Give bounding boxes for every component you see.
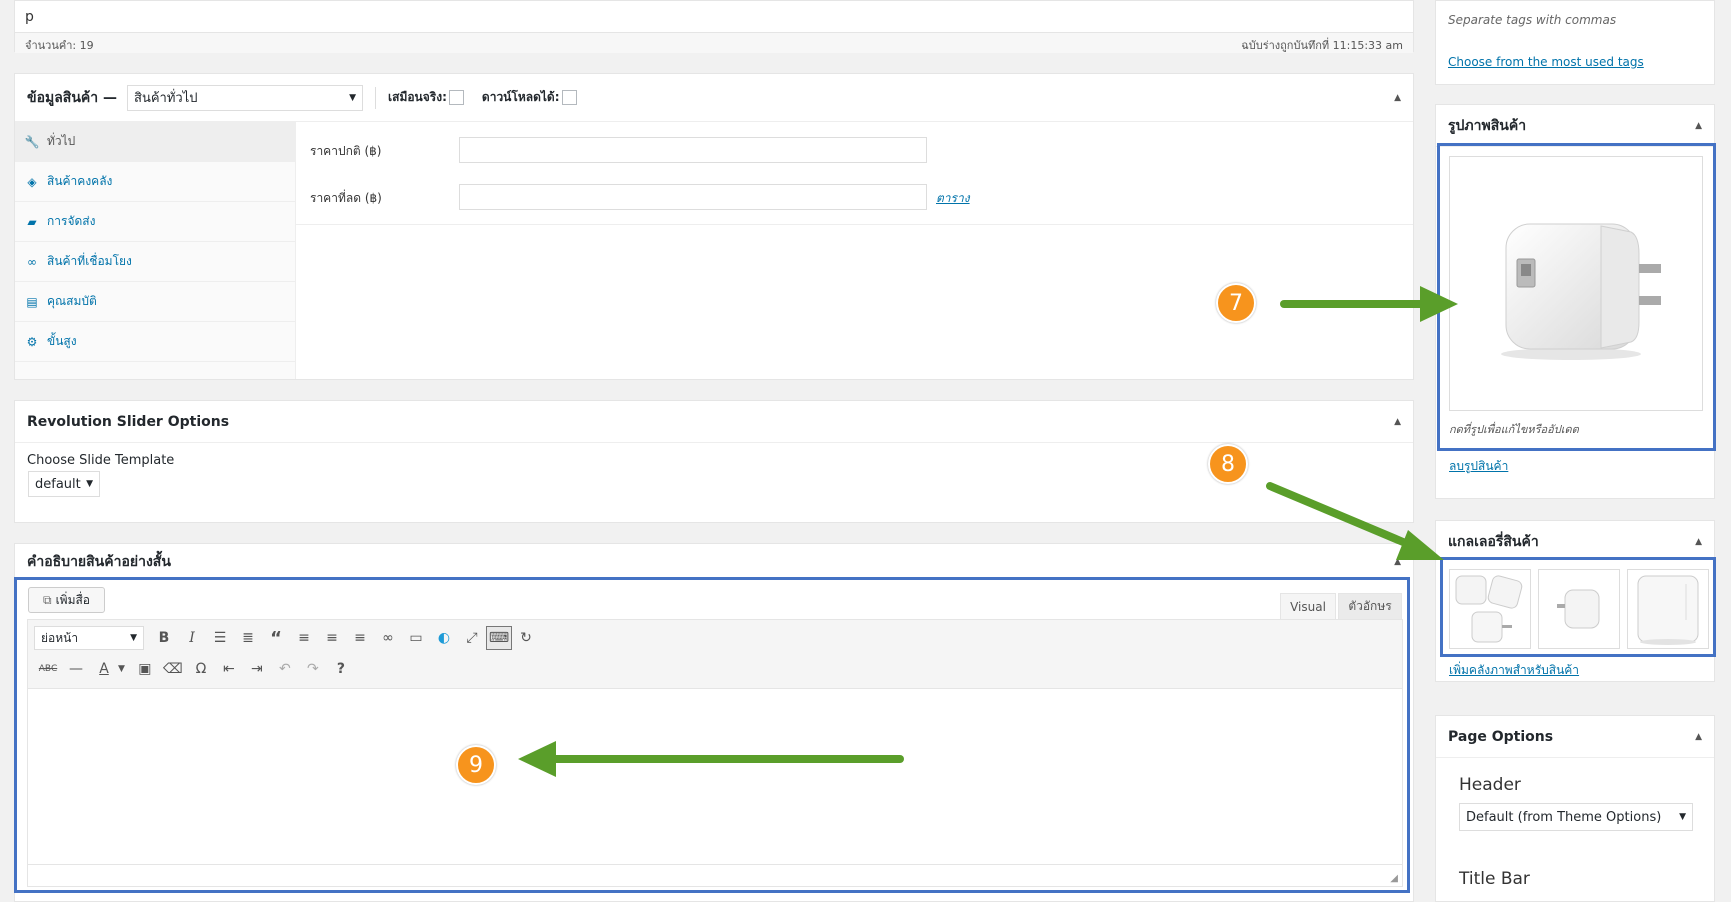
product-image-highlight [1437,143,1716,451]
revolution-slider-title: Revolution Slider Options [27,413,230,430]
virtual-checkbox[interactable] [448,90,464,105]
tab-label: การจัดส่ง [47,214,96,228]
tab-general[interactable]: 🔧 ทั่วไป [15,122,295,162]
tab-advanced[interactable]: ⚙ ขั้นสูง [15,322,295,362]
tags-hint: Separate tags with commas [1448,13,1617,27]
remove-image-link[interactable]: ลบรูปสินค้า [1449,457,1508,476]
sale-price-label: ราคาที่ลด (฿) [310,191,382,205]
tab-label: คุณสมบัติ [47,294,97,308]
gallery-highlight [1440,557,1716,657]
slide-template-value: default [35,476,81,492]
product-data-box: ข้อมูลสินค้า — สินค้าทั่วไป ▼ เสมือนจริง… [14,73,1414,380]
chevron-down-icon: ▼ [1679,812,1686,822]
tab-label: สินค้าคงคลัง [47,174,113,188]
title-bar-label: Title Bar [1459,869,1530,889]
chevron-down-icon: ▼ [349,92,357,103]
draft-saved-status: ฉบับร่างถูกบันทึกที่ 11:15:33 am [1241,39,1403,52]
tab-label: ทั่วไป [47,134,76,148]
page-options-header: Page Options ▲ [1436,716,1714,758]
product-type-select[interactable]: สินค้าทั่วไป ▼ [127,84,364,111]
revolution-slider-box: Revolution Slider Options ▲ Choose Slide… [14,400,1414,523]
toggle-arrow-icon[interactable]: ▲ [1695,121,1702,131]
header-divider [375,86,377,109]
tab-label: ขั้นสูง [47,334,77,348]
slide-template-select[interactable]: default ▼ [28,471,100,497]
schedule-link[interactable]: ตาราง [936,189,970,208]
short-description-title: คำอธิบายสินค้าอย่างสั้น [27,554,171,570]
product-data-title: ข้อมูลสินค้า — [27,89,118,106]
slide-template-label: Choose Slide Template [27,453,175,468]
header-option-select[interactable]: Default (from Theme Options) ▼ [1459,803,1693,831]
link-icon: ∞ [27,254,37,269]
tab-label: สินค้าที่เชื่อมโยง [47,254,132,268]
header-option-label: Header [1459,775,1521,795]
downloadable-checkbox[interactable] [561,90,577,105]
callout-7: 7 [1216,283,1256,323]
editor-status-bar: จำนวนคำ: 19 ฉบับร่างถูกบันทึกที่ 11:15:3… [15,32,1413,53]
page-options-box: Page Options ▲ Header Default (from Them… [1435,715,1715,902]
regular-price-input[interactable] [459,137,927,163]
sale-price-input[interactable] [459,184,927,210]
short-description-header: คำอธิบายสินค้าอย่างสั้น ▲ [15,544,1413,580]
top-editor-content[interactable]: p [25,9,34,25]
callout-8: 8 [1208,444,1248,484]
product-type-value: สินค้าทั่วไป [134,91,198,106]
regular-price-label: ราคาปกติ (฿) [310,144,382,158]
tab-shipping[interactable]: ▰ การจัดส่ง [15,202,295,242]
add-gallery-link[interactable]: เพิ่มคลังภาพสำหรับสินค้า [1449,661,1579,680]
product-data-header: ข้อมูลสินค้า — สินค้าทั่วไป ▼ เสมือนจริง… [15,74,1413,122]
list-icon: ▤ [26,294,38,309]
tab-attributes[interactable]: ▤ คุณสมบัติ [15,282,295,322]
toggle-arrow-icon[interactable]: ▲ [1394,93,1401,103]
revolution-slider-header: Revolution Slider Options ▲ [15,401,1413,443]
toggle-arrow-icon[interactable]: ▲ [1394,557,1401,567]
toggle-arrow-icon[interactable]: ▲ [1695,732,1702,742]
tag-icon: ◈ [27,174,37,189]
callout-9: 9 [456,745,496,785]
tab-inventory[interactable]: ◈ สินค้าคงคลัง [15,162,295,202]
top-editor-box: p จำนวนคำ: 19 ฉบับร่างถูกบันทึกที่ 11:15… [14,0,1414,53]
downloadable-label: ดาวน์โหลดได้: [481,90,560,104]
gallery-title: แกลเลอรี่สินค้า [1448,534,1539,550]
toggle-arrow-icon[interactable]: ▲ [1394,417,1401,427]
truck-icon: ▰ [27,214,37,229]
virtual-label: เสมือนจริง: [388,90,447,104]
gear-icon: ⚙ [26,334,38,349]
header-option-value: Default (from Theme Options) [1466,809,1662,825]
product-data-tabs: 🔧 ทั่วไป ◈ สินค้าคงคลัง ▰ การจัดส่ง ∞ สินค้า… [15,122,296,379]
short-description-highlight [14,577,1410,893]
choose-tags-link[interactable]: Choose from the most used tags [1448,55,1644,69]
tags-box: Separate tags with commas Choose from th… [1435,0,1715,85]
toggle-arrow-icon[interactable]: ▲ [1695,537,1702,547]
word-count: จำนวนคำ: 19 [25,39,94,52]
tab-linked-products[interactable]: ∞ สินค้าที่เชื่อมโยง [15,242,295,282]
wrench-icon: 🔧 [24,134,40,149]
page-options-title: Page Options [1448,728,1554,745]
chevron-down-icon: ▼ [86,479,93,489]
product-image-header: รูปภาพสินค้า ▲ [1436,105,1714,147]
product-image-title: รูปภาพสินค้า [1448,117,1527,134]
general-panel: ราคาปกติ (฿) ราคาที่ลด (฿) ตาราง [296,122,1413,225]
